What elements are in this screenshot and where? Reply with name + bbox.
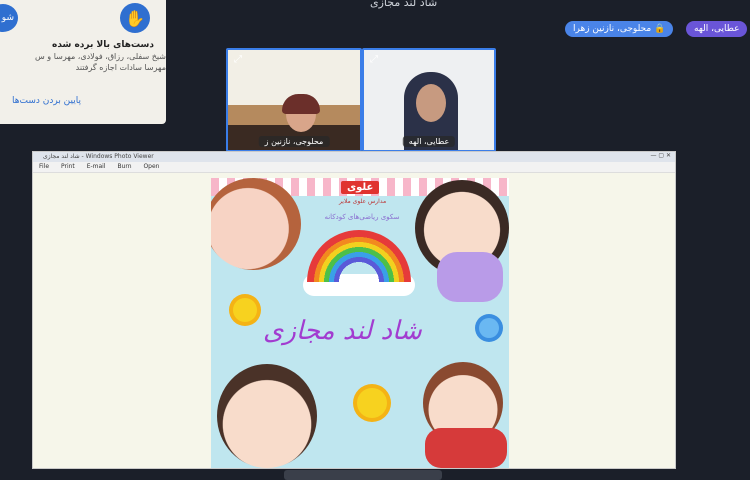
video-tile-label: محلوجی، نازنین ز — [258, 136, 330, 147]
video-tile-mahluji[interactable]: ⤢ محلوجی، نازنین ز — [226, 48, 362, 152]
shared-screen-window: شاد لند مجازی - Windows Photo Viewer — ▢… — [32, 151, 676, 469]
window-title: شاد لند مجازی - Windows Photo Viewer — [43, 153, 154, 160]
expand-icon[interactable]: ⤢ — [232, 54, 244, 66]
flower-shape — [479, 318, 499, 338]
show-button[interactable]: شو — [0, 4, 18, 32]
participant-chip-ataei[interactable]: عطایی، الهه — [686, 21, 748, 37]
participant-face — [416, 84, 446, 122]
child-sweater — [437, 252, 503, 302]
poster-headline: شاد لند مجازی — [263, 316, 422, 346]
mic-icon: 🔒 — [654, 24, 666, 34]
hand-icon: ✋ — [125, 8, 145, 28]
bottom-toolbar[interactable] — [284, 470, 442, 480]
child-shirt — [425, 428, 507, 468]
expand-icon[interactable]: ⤢ — [368, 54, 380, 66]
meeting-title: شاد لند مجازی — [370, 0, 438, 9]
video-tile-label: عطایی، الهه — [402, 136, 456, 147]
participant-chip-label: محلوجی، نازنین زهرا — [573, 24, 652, 34]
participant-chip-mahluji[interactable]: 🔒 محلوجی، نازنین زهرا — [565, 21, 674, 37]
poster-image: علوی مدارس علوی ملایر سکوی ریاضی‌های کود… — [211, 178, 509, 468]
poster-subtitle: سکوی ریاضی‌های کودکانه — [324, 213, 400, 221]
video-tile-ataei[interactable]: ⤢ عطایی، الهه — [362, 48, 496, 152]
rainbow-shape — [307, 230, 411, 282]
participant-hair — [282, 94, 320, 114]
window-controls[interactable]: — ▢ ✕ — [650, 152, 671, 159]
flower-shape — [233, 298, 257, 322]
poster-brand: علوی — [341, 181, 380, 194]
show-button-label: شو — [1, 13, 14, 23]
poster-brand-sub: مدارس علوی ملایر — [339, 198, 387, 205]
window-menubar: File Print E-mail Burn Open — [33, 162, 675, 173]
raised-hands-title: دست‌های بالا برده شده — [52, 40, 154, 50]
window-titlebar: شاد لند مجازی - Windows Photo Viewer — [33, 152, 675, 162]
flower-shape — [357, 388, 387, 418]
menu-print[interactable]: Print — [61, 163, 75, 170]
menu-open[interactable]: Open — [143, 163, 159, 170]
raised-hands-names: شیخ سفلی، رزاق، فولادی، مهرسا و س مهرسا … — [0, 51, 166, 73]
menu-email[interactable]: E-mail — [87, 163, 106, 170]
raise-hand-button[interactable]: ✋ — [120, 3, 150, 33]
participant-chip-label: عطایی، الهه — [694, 24, 740, 34]
menu-burn[interactable]: Burn — [117, 163, 131, 170]
child-face-top-left — [211, 178, 301, 270]
child-face-bottom-left — [217, 364, 317, 468]
raised-hands-panel: شو ✋ دست‌های بالا برده شده شیخ سفلی، رزا… — [0, 0, 166, 124]
lower-all-hands-link[interactable]: پایین بردن دست‌ها — [12, 96, 81, 106]
raised-hands-names-line: شیخ سفلی، رزاق، فولادی، مهرسا و س — [34, 52, 166, 61]
menu-file[interactable]: File — [39, 163, 49, 170]
raised-hands-names-line: مهرسا سادات اجازه گرفتند — [75, 63, 166, 72]
